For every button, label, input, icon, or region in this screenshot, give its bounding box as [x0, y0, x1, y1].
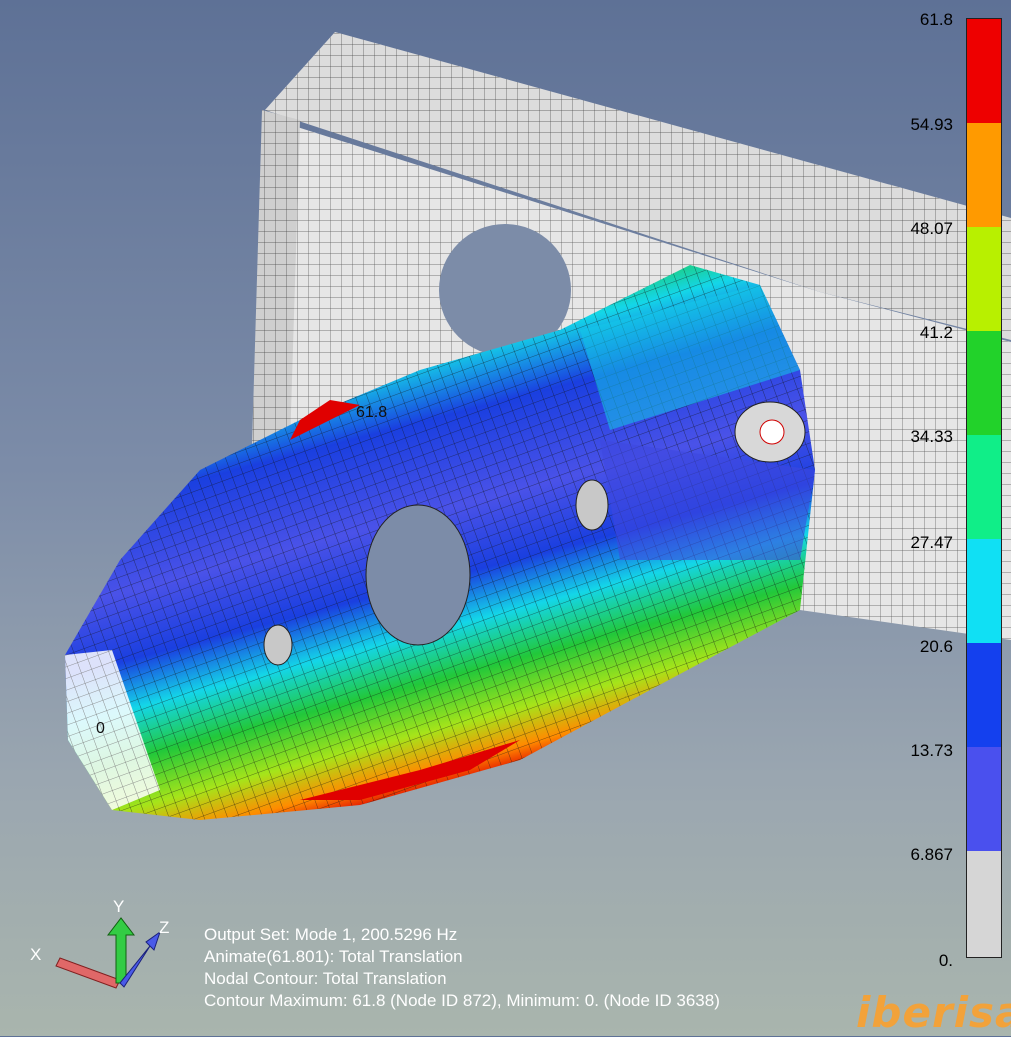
legend-band-3: [967, 331, 1001, 435]
output-set-text: Output Set: Mode 1, 200.5296 Hz: [204, 925, 458, 944]
brand-logo: iberisa: [856, 988, 1011, 1037]
triad-x-label: X: [30, 945, 42, 964]
axis-triad: [55, 917, 161, 989]
legend-band-5: [967, 539, 1001, 643]
triad-y-label: Y: [113, 897, 125, 916]
legend-band-1: [967, 123, 1001, 227]
legend-label-5: 27.47: [910, 533, 953, 552]
legend-label-0: 61.8: [919, 10, 953, 29]
legend-label-1: 54.93: [910, 115, 953, 134]
legend-label-7: 13.73: [910, 741, 953, 760]
contour-legend-bar: [966, 18, 1002, 958]
legend-label-2: 48.07: [910, 219, 953, 238]
min-node-marker: 0: [96, 720, 105, 737]
contour-range-text: Contour Maximum: 61.8 (Node ID 872), Min…: [204, 991, 720, 1010]
legend-label-3: 41.2: [919, 323, 953, 342]
max-node-marker: 61.8: [356, 404, 388, 421]
output-info-panel: Output Set: Mode 1, 200.5296 Hz Animate(…: [204, 924, 720, 1012]
legend-band-7: [967, 747, 1001, 851]
animate-text: Animate(61.801): Total Translation: [204, 947, 463, 966]
legend-band-2: [967, 227, 1001, 331]
legend-label-9: 0.: [938, 951, 953, 970]
nodal-contour-text: Nodal Contour: Total Translation: [204, 969, 447, 988]
model-viewport[interactable]: [0, 0, 1011, 1036]
legend-band-6: [967, 643, 1001, 747]
legend-band-0: [967, 19, 1001, 123]
legend-label-6: 20.6: [919, 637, 953, 656]
legend-label-4: 34.33: [910, 427, 953, 446]
legend-band-4: [967, 435, 1001, 539]
triad-z-label: Z: [159, 918, 170, 937]
x-axis-arrow: [55, 957, 121, 989]
legend-label-8: 6.867: [910, 845, 953, 864]
legend-band-8: [967, 851, 1001, 957]
